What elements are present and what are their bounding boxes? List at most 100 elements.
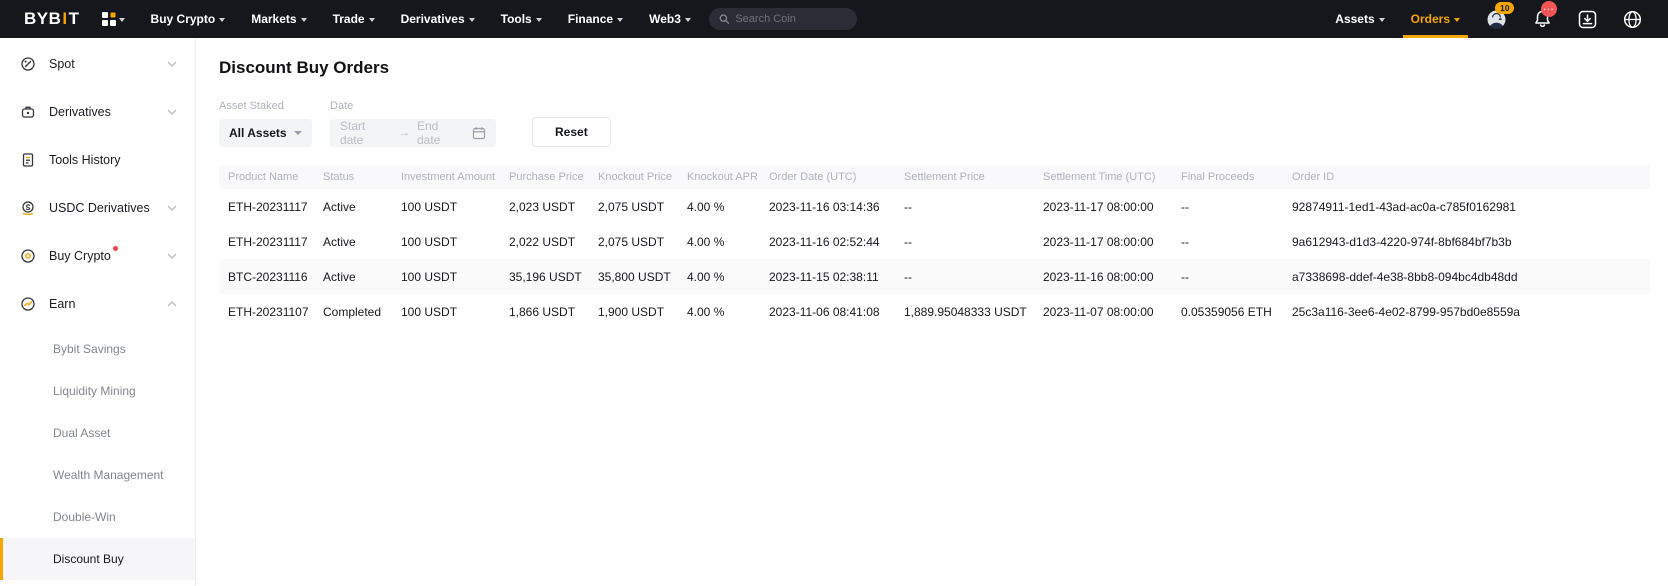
chevron-down-icon	[294, 131, 302, 135]
search-box[interactable]	[709, 8, 857, 30]
chevron-down-icon	[167, 109, 177, 115]
chevron-down-icon	[369, 18, 375, 22]
chevron-down-icon	[219, 18, 225, 22]
chevron-down-icon	[469, 18, 475, 22]
assets-menu[interactable]: Assets	[1335, 12, 1384, 26]
apps-grid-button[interactable]	[102, 12, 125, 26]
end-date-placeholder: End date	[417, 119, 465, 147]
cell-final-proceeds: --	[1172, 200, 1283, 214]
sidebar: Spot Derivatives Tools History	[0, 38, 196, 586]
menu-derivatives[interactable]: Derivatives	[401, 12, 475, 26]
cell-order-id: 25c3a116-3ee6-4e02-8799-957bd0e8559a	[1283, 305, 1650, 319]
sidebar-item-label: Buy Crypto	[49, 249, 111, 263]
page-title: Discount Buy Orders	[219, 58, 1650, 78]
search-icon	[719, 13, 729, 25]
col-final-proceeds: Final Proceeds	[1172, 171, 1283, 183]
cell-settlement-time: 2023-11-17 08:00:00	[1034, 235, 1172, 249]
cell-product-name: ETH-20231117	[219, 200, 314, 214]
menu-markets[interactable]: Markets	[251, 12, 306, 26]
menu-finance[interactable]: Finance	[568, 12, 623, 26]
cell-order-id: a7338698-ddef-4e38-8bb8-094bc4db48dd	[1283, 270, 1650, 284]
cell-investment-amount: 100 USDT	[392, 305, 500, 319]
cell-order-date: 2023-11-16 03:14:36	[760, 200, 895, 214]
cell-status: Completed	[314, 305, 392, 319]
cell-settlement-price: --	[895, 200, 1034, 214]
bybit-logo[interactable]: BYBIT	[24, 9, 80, 29]
usdc-derivatives-icon	[20, 200, 36, 216]
cell-investment-amount: 100 USDT	[392, 200, 500, 214]
col-order-id: Order ID	[1283, 171, 1650, 183]
cell-investment-amount: 100 USDT	[392, 235, 500, 249]
asset-staked-select[interactable]: All Assets	[219, 119, 312, 147]
cell-order-date: 2023-11-06 08:41:08	[760, 305, 895, 319]
derivatives-icon	[20, 104, 36, 120]
sidebar-item-usdc-derivatives[interactable]: USDC Derivatives	[0, 184, 195, 232]
sidebar-subitem-liquidity-mining[interactable]: Liquidity Mining	[0, 370, 195, 412]
chevron-down-icon	[685, 18, 691, 22]
chevron-down-icon	[167, 253, 177, 259]
cell-purchase-price: 2,023 USDT	[500, 200, 589, 214]
cell-purchase-price: 1,866 USDT	[500, 305, 589, 319]
table-row: BTC-20231116 Active 100 USDT 35,196 USDT…	[219, 259, 1650, 294]
tools-history-icon	[20, 152, 36, 168]
sidebar-item-spot[interactable]: Spot	[0, 40, 195, 88]
sidebar-subitem-bybit-savings[interactable]: Bybit Savings	[0, 328, 195, 370]
navbar-right: Assets Orders 10 ···	[1335, 0, 1642, 38]
cell-order-date: 2023-11-16 02:52:44	[760, 235, 895, 249]
search-input[interactable]	[735, 13, 847, 25]
sidebar-subitem-double-win[interactable]: Double-Win	[0, 496, 195, 538]
chevron-down-icon	[1379, 18, 1385, 22]
date-range-input[interactable]: Start date → End date	[330, 119, 496, 147]
notifications-button[interactable]: ···	[1533, 9, 1552, 29]
main-menu: Buy Crypto Markets Trade Derivatives Too…	[151, 12, 691, 26]
col-settlement-time: Settlement Time (UTC)	[1034, 171, 1172, 183]
chat-count-badge: 10	[1495, 2, 1514, 14]
download-app-button[interactable]	[1578, 10, 1597, 29]
cell-product-name: ETH-20231117	[219, 235, 314, 249]
sidebar-subitem-wealth-management[interactable]: Wealth Management	[0, 454, 195, 496]
globe-icon	[1623, 10, 1642, 29]
cell-settlement-price: 1,889.95048333 USDT	[895, 305, 1034, 319]
sidebar-item-label: USDC Derivatives	[49, 201, 150, 215]
cell-settlement-price: --	[895, 270, 1034, 284]
start-date-placeholder: Start date	[340, 119, 392, 147]
calendar-icon	[472, 126, 486, 140]
cell-status: Active	[314, 235, 392, 249]
support-chat-button[interactable]: 10	[1486, 9, 1507, 30]
arrow-right-icon: →	[399, 127, 410, 139]
menu-buy-crypto[interactable]: Buy Crypto	[151, 12, 226, 26]
chevron-down-icon	[617, 18, 623, 22]
table-row: ETH-20231117 Active 100 USDT 2,023 USDT …	[219, 189, 1650, 224]
notification-count-badge: ···	[1541, 1, 1557, 17]
col-product-name: Product Name	[219, 171, 314, 183]
sidebar-subitem-discount-buy[interactable]: Discount Buy	[0, 538, 195, 580]
sidebar-item-tools-history[interactable]: Tools History	[0, 136, 195, 184]
cell-knockout-apr: 4.00 %	[678, 235, 760, 249]
cell-order-date: 2023-11-15 02:38:11	[760, 270, 895, 284]
reset-button[interactable]: Reset	[532, 117, 611, 147]
cell-knockout-apr: 4.00 %	[678, 305, 760, 319]
sidebar-item-buy-crypto[interactable]: Buy Crypto	[0, 232, 195, 280]
orders-menu[interactable]: Orders	[1411, 0, 1460, 38]
menu-web3[interactable]: Web3	[649, 12, 691, 26]
cell-knockout-apr: 4.00 %	[678, 200, 760, 214]
cell-product-name: BTC-20231116	[219, 270, 314, 284]
download-icon	[1578, 10, 1597, 29]
cell-knockout-price: 2,075 USDT	[589, 235, 678, 249]
buy-crypto-icon	[20, 248, 36, 264]
orders-table: Product Name Status Investment Amount Pu…	[219, 165, 1650, 329]
sidebar-item-earn[interactable]: Earn	[0, 280, 195, 328]
sidebar-item-derivatives[interactable]: Derivatives	[0, 88, 195, 136]
language-button[interactable]	[1623, 10, 1642, 29]
menu-trade[interactable]: Trade	[333, 12, 375, 26]
sidebar-subitem-dual-asset[interactable]: Dual Asset	[0, 412, 195, 454]
menu-tools[interactable]: Tools	[501, 12, 542, 26]
chevron-down-icon	[167, 61, 177, 67]
cell-final-proceeds: 0.05359056 ETH	[1172, 305, 1283, 319]
chevron-down-icon	[119, 18, 125, 22]
logo-text-2: T	[69, 9, 80, 29]
asset-staked-value: All Assets	[229, 126, 287, 140]
col-investment-amount: Investment Amount	[392, 171, 500, 183]
top-navbar: BYBIT Buy Crypto Markets Trade Derivativ…	[0, 0, 1668, 38]
spot-icon	[20, 56, 36, 72]
